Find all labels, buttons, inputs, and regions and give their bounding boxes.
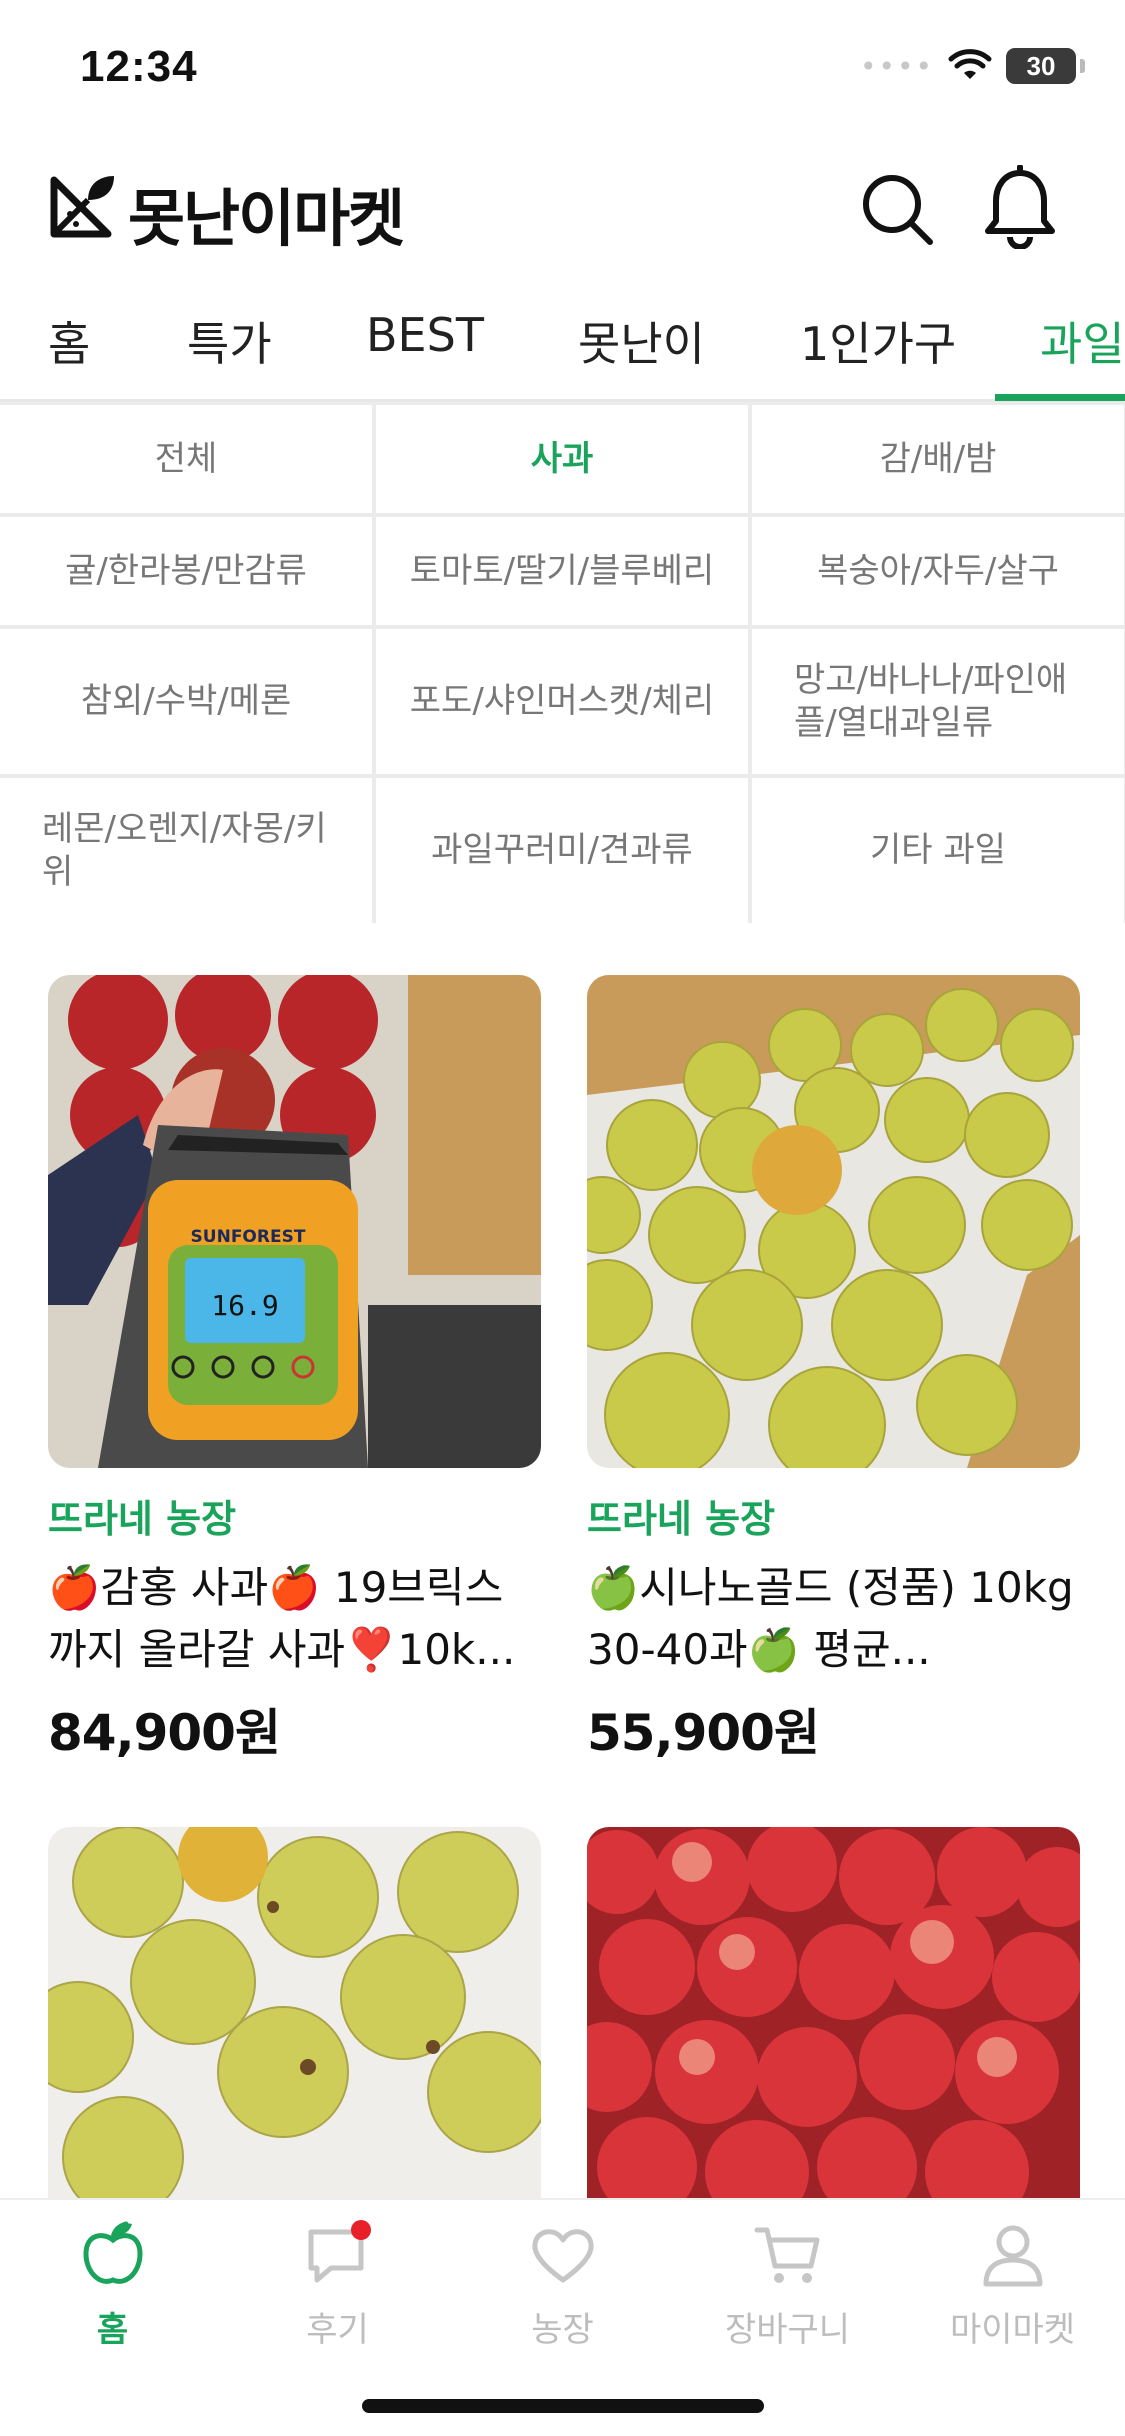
tab-best[interactable]: BEST <box>366 308 484 362</box>
nav-cart[interactable]: 장바구니 <box>675 2220 900 2351</box>
nav-home[interactable]: 홈 <box>0 2220 225 2351</box>
meter-reading: 16.9 <box>211 1289 278 1322</box>
product-name[interactable]: 🍎감홍 사과🍎 19브릭스까지 올라갈 사과❣️10k... <box>48 1557 541 1681</box>
subcategory-other-fruit[interactable]: 기타 과일 <box>752 778 1124 923</box>
subcategory-bundle-nuts[interactable]: 과일꾸러미/견과류 <box>376 778 748 923</box>
nav-farm[interactable]: 농장 <box>450 2220 675 2351</box>
tab-special[interactable]: 특가 <box>187 308 272 374</box>
subcategory-tropical[interactable]: 망고/바나나/파인애플/열대과일류 <box>752 629 1124 774</box>
subcategory-apple[interactable]: 사과 <box>376 405 748 513</box>
subcategory-persimmon-pear-chestnut[interactable]: 감/배/밤 <box>752 405 1124 513</box>
signal-icon: •••• <box>859 49 934 83</box>
notification-badge <box>350 2220 371 2240</box>
apple-icon <box>82 2221 143 2284</box>
product-card[interactable]: 뜨라네 농장 🍏시나노골드 (정품) 10kg 30-40과🍏 평균... 55… <box>587 975 1080 1765</box>
app-header: 못난이마켓 <box>0 140 1125 270</box>
subcategory-citrus[interactable]: 귤/한라봉/만감류 <box>0 517 372 625</box>
app-title: 못난이마켓 <box>128 182 405 255</box>
heart-icon <box>531 2229 594 2283</box>
nav-my-market[interactable]: 마이마켓 <box>900 2220 1125 2351</box>
status-bar: 12:34 •••• 30 <box>0 0 1125 140</box>
subcategory-peach-plum[interactable]: 복숭아/자두/살구 <box>752 517 1124 625</box>
user-icon <box>983 2225 1042 2287</box>
chat-bubble-icon <box>308 2220 371 2283</box>
bell-icon[interactable] <box>980 165 1060 249</box>
subcategory-melon[interactable]: 참외/수박/메론 <box>0 629 372 774</box>
cart-icon <box>754 2227 819 2283</box>
tab-fruit[interactable]: 과일 <box>1040 308 1125 374</box>
meter-brand: SUNFOREST <box>191 1227 306 1247</box>
nav-label: 후기 <box>306 2310 369 2350</box>
category-tabs: 홈 특가 BEST 못난이 1인가구 과일 <box>0 290 1125 402</box>
battery-icon: 30 <box>1006 48 1076 84</box>
subcategory-grid: 전체 사과 감/배/밤 귤/한라봉/만감류 토마토/딸기/블루베리 복숭아/자두… <box>0 402 1125 923</box>
tab-single-household[interactable]: 1인가구 <box>800 308 956 374</box>
nav-label: 마이마켓 <box>949 2310 1076 2350</box>
search-icon[interactable] <box>858 170 936 248</box>
nav-review[interactable]: 후기 <box>225 2220 450 2351</box>
product-image[interactable]: 16.9 SUNFOREST <box>48 975 541 1468</box>
product-card[interactable]: 16.9 SUNFOREST 뜨라네 농장 🍎감홍 사과🍎 19브릭스까지 올라… <box>48 975 541 1765</box>
nav-label: 장바구니 <box>724 2310 851 2350</box>
wifi-icon <box>948 49 992 79</box>
nav-label: 농장 <box>531 2310 594 2350</box>
subcategory-tomato-berry[interactable]: 토마토/딸기/블루베리 <box>376 517 748 625</box>
subcategory-lemon-orange-kiwi[interactable]: 레몬/오렌지/자몽/키위 <box>0 778 372 923</box>
product-farm: 뜨라네 농장 <box>48 1497 237 1541</box>
home-indicator <box>362 2399 764 2413</box>
status-time: 12:34 <box>80 42 198 91</box>
product-name[interactable]: 🍏시나노골드 (정품) 10kg 30-40과🍏 평균... <box>587 1557 1080 1681</box>
product-price: 84,900원 <box>48 1704 281 1762</box>
active-tab-indicator <box>995 394 1125 401</box>
product-image[interactable] <box>587 975 1080 1468</box>
tab-home[interactable]: 홈 <box>48 308 90 374</box>
subcategory-grape-cherry[interactable]: 포도/샤인머스캣/체리 <box>376 629 748 774</box>
product-price: 55,900원 <box>587 1704 820 1762</box>
logo-icon <box>50 176 114 238</box>
product-farm: 뜨라네 농장 <box>587 1497 776 1541</box>
status-indicators: •••• 30 <box>860 48 1085 84</box>
tab-ugly[interactable]: 못난이 <box>578 308 705 374</box>
nav-label: 홈 <box>96 2310 129 2350</box>
subcategory-all[interactable]: 전체 <box>0 405 372 513</box>
battery-tip <box>1080 59 1085 73</box>
